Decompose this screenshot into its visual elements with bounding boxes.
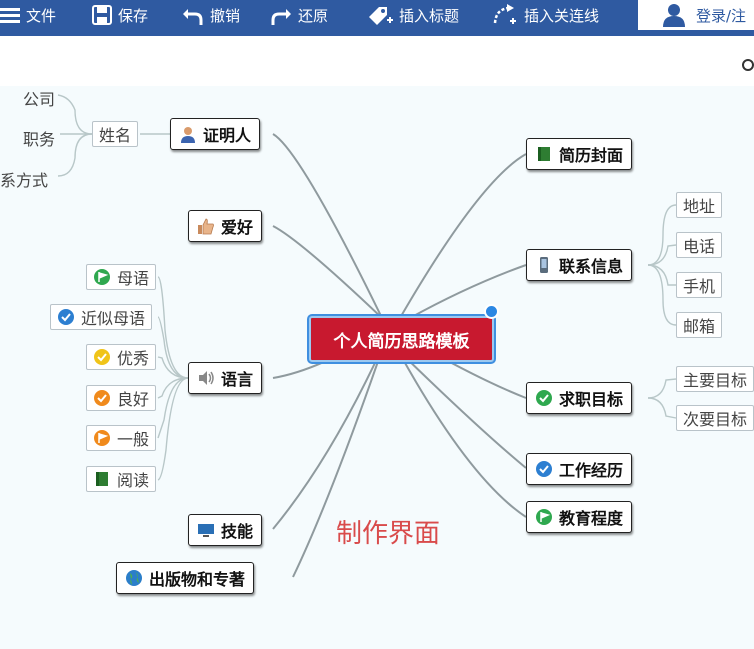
leaf-near-native[interactable]: 近似母语 bbox=[50, 304, 153, 330]
globe-icon bbox=[125, 569, 143, 587]
leaf-name[interactable]: 姓名 bbox=[92, 121, 139, 147]
book-icon bbox=[535, 145, 553, 163]
leaf-average[interactable]: 一般 bbox=[86, 425, 157, 451]
node-referee[interactable]: 证明人 bbox=[170, 118, 261, 150]
leaf-email-label: 邮箱 bbox=[683, 317, 716, 336]
leaf-address-label: 地址 bbox=[683, 197, 716, 216]
person-icon bbox=[179, 125, 197, 143]
node-language[interactable]: 语言 bbox=[188, 362, 263, 394]
leaf-address[interactable]: 地址 bbox=[676, 192, 723, 218]
leaf-secondary-goal-label: 次要目标 bbox=[683, 410, 748, 429]
blue-check-icon bbox=[535, 460, 553, 478]
leaf-good[interactable]: 良好 bbox=[86, 385, 157, 411]
node-contact-info-label: 联系信息 bbox=[559, 257, 624, 276]
leaf-company[interactable]: 公司 bbox=[23, 86, 55, 110]
leaf-email[interactable]: 邮箱 bbox=[676, 312, 723, 338]
leaf-position[interactable]: 职务 bbox=[23, 126, 55, 150]
node-objective-label: 求职目标 bbox=[559, 390, 624, 409]
leaf-telephone-label: 电话 bbox=[683, 237, 716, 256]
green-flag-icon bbox=[535, 508, 553, 526]
leaf-native-label: 母语 bbox=[117, 269, 150, 288]
phone-icon bbox=[535, 256, 553, 274]
node-publications-label: 出版物和专著 bbox=[149, 570, 246, 589]
blue-check-icon bbox=[57, 308, 75, 326]
yellow-check-icon bbox=[93, 348, 111, 366]
green-check-icon bbox=[535, 389, 553, 407]
leaf-reading-label: 阅读 bbox=[117, 471, 150, 490]
leaf-name-label: 姓名 bbox=[99, 126, 132, 145]
orange-flag-icon bbox=[93, 429, 111, 447]
green-flag-icon bbox=[93, 268, 111, 286]
leaf-mobile-label: 手机 bbox=[683, 277, 716, 296]
node-skills[interactable]: 技能 bbox=[188, 514, 263, 546]
node-cover[interactable]: 简历封面 bbox=[526, 138, 633, 170]
node-experience-label: 工作经历 bbox=[559, 461, 624, 480]
central-topic-node[interactable]: 个人简历思路模板 bbox=[309, 316, 494, 362]
node-contact-info[interactable]: 联系信息 bbox=[526, 249, 633, 281]
leaf-good-label: 良好 bbox=[117, 390, 150, 409]
central-topic-label: 个人简历思路模板 bbox=[333, 331, 470, 352]
leaf-telephone[interactable]: 电话 bbox=[676, 232, 723, 258]
leaf-excellent-label: 优秀 bbox=[117, 349, 150, 368]
leaf-mobile[interactable]: 手机 bbox=[676, 272, 723, 298]
leaf-reading[interactable]: 阅读 bbox=[86, 466, 157, 492]
node-experience[interactable]: 工作经历 bbox=[526, 453, 633, 485]
leaf-primary-goal-label: 主要目标 bbox=[683, 371, 748, 390]
node-skills-label: 技能 bbox=[221, 522, 254, 541]
orange-check-icon bbox=[93, 389, 111, 407]
node-referee-label: 证明人 bbox=[203, 126, 252, 145]
leaf-contact-method[interactable]: 系方式 bbox=[0, 167, 48, 191]
node-education-label: 教育程度 bbox=[559, 509, 624, 528]
node-publications[interactable]: 出版物和专著 bbox=[116, 562, 255, 594]
monitor-icon bbox=[197, 521, 215, 539]
node-objective[interactable]: 求职目标 bbox=[526, 382, 633, 414]
leaf-native[interactable]: 母语 bbox=[86, 264, 157, 290]
leaf-primary-goal[interactable]: 主要目标 bbox=[676, 366, 754, 392]
thumbs-up-icon bbox=[197, 217, 215, 235]
collapse-toggle-icon[interactable] bbox=[484, 304, 499, 319]
leaf-secondary-goal[interactable]: 次要目标 bbox=[676, 405, 754, 431]
book-icon bbox=[93, 470, 111, 488]
node-education[interactable]: 教育程度 bbox=[526, 501, 633, 533]
node-cover-label: 简历封面 bbox=[559, 146, 624, 165]
node-hobby[interactable]: 爱好 bbox=[188, 210, 263, 242]
leaf-near-native-label: 近似母语 bbox=[81, 309, 146, 328]
speaker-icon bbox=[197, 369, 215, 387]
node-language-label: 语言 bbox=[221, 370, 254, 389]
node-hobby-label: 爱好 bbox=[221, 218, 254, 237]
leaf-excellent[interactable]: 优秀 bbox=[86, 344, 157, 370]
leaf-average-label: 一般 bbox=[117, 430, 150, 449]
watermark-text: 制作界面 bbox=[336, 519, 441, 549]
